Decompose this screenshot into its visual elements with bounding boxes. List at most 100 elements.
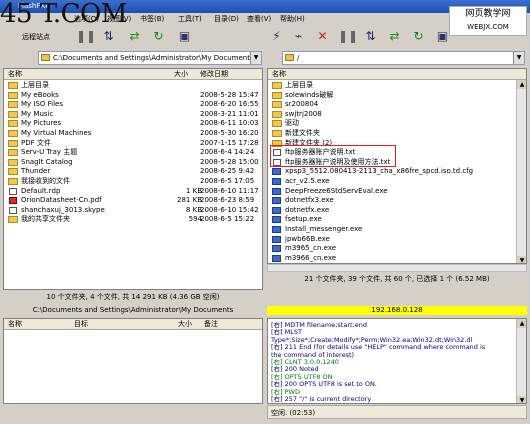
chevron-down-icon[interactable]: ▼ (250, 52, 261, 64)
left-path-combo[interactable]: C:\Documents and Settings\Administrator\… (38, 51, 262, 65)
local-file-row[interactable]: 我的共享文件夹 594 2008-6-5 15:22 (4, 215, 262, 225)
col-name-header[interactable]: 名称 (8, 69, 22, 80)
transfer-icon[interactable]: ⇅ (100, 28, 117, 45)
local-file-list[interactable]: 名称 大小 修改日期 上层目录 My eBooks 2008-5-28 15:47 M… (3, 68, 263, 290)
menu-directory[interactable]: 目录(D) (214, 13, 239, 25)
menu-bookmarks[interactable]: 书签(B) (140, 13, 164, 25)
remote-file-name: swjtrj2008 (285, 109, 322, 118)
disconnect-icon[interactable]: ✕ (314, 28, 331, 45)
remote-file-row[interactable]: 新建文件夹 (268, 129, 526, 139)
remote-pause-icon[interactable]: ❚❚ (338, 28, 358, 45)
remote-file-name: sr200804 (285, 100, 319, 109)
remote-hscrollbar[interactable] (267, 264, 527, 272)
scroll-down-icon[interactable]: ▼ (517, 396, 526, 403)
local-file-name: OrionDatasheet-Cn.pdf (21, 196, 102, 205)
local-file-row[interactable]: shanchaxuj_3013.skype 8 KB 2008-6-10 15:42 (4, 206, 262, 216)
local-file-date: 2008-6-10 15:42 (200, 205, 259, 214)
remote-file-row[interactable]: m3965_cn.exe (268, 244, 526, 254)
col-size-header[interactable]: 大小 (174, 69, 188, 80)
remote-file-row[interactable]: jpwb66B.exe (268, 235, 526, 245)
queue-col-size[interactable]: 大小 (178, 319, 192, 330)
local-file-row[interactable]: Thunder 2008-6-25 9:42 (4, 167, 262, 177)
connect-remote-icon[interactable]: ⚡ (268, 28, 285, 45)
col-name-header[interactable]: 名称 (272, 69, 286, 80)
local-path-status: C:\Documents and Settings\Administrator\… (32, 306, 234, 314)
chevron-down-icon[interactable]: ▼ (513, 52, 524, 64)
remote-file-row[interactable]: acr_v2.5.exe (268, 177, 526, 187)
local-file-name: 上层目录 (21, 81, 49, 89)
executable-icon (272, 168, 281, 176)
remote-file-row[interactable]: 驱动 (268, 119, 526, 129)
local-file-row[interactable]: OrionDatasheet-Cn.pdf 281 KB 2008-6-23 8:5… (4, 196, 262, 206)
remote-scrollbar[interactable]: ▲ ▼ (516, 80, 526, 263)
scroll-down-icon[interactable]: ▼ (517, 256, 526, 263)
remote-file-name: xpsp3_5512.080413-2113_cha_x86fre_spcd.i… (285, 167, 474, 176)
queue-col-target[interactable]: 目标 (74, 319, 88, 330)
pause-icon[interactable]: ❚❚ (76, 28, 96, 45)
menu-help[interactable]: 帮助(H) (280, 13, 305, 25)
remote-file-name: acr_v2.5.exe (285, 177, 330, 185)
local-file-name: Serv-U Tray 主题 (21, 148, 78, 157)
local-file-row[interactable]: My Virtual Machines 2008-5-30 16:20 (4, 129, 262, 139)
right-path-combo[interactable]: / ▼ (282, 51, 525, 65)
remote-file-row[interactable]: fsetup.exe (268, 215, 526, 225)
parent-folder-icon (272, 82, 282, 89)
menu-look[interactable]: 查看(V) (247, 13, 271, 25)
local-file-name: shanchaxuj_3013.skype (21, 205, 105, 214)
local-file-date: 2008-6-5 15:22 (200, 215, 255, 224)
local-file-row[interactable]: My eBooks 2008-5-28 15:47 (4, 91, 262, 101)
folder-icon (8, 149, 18, 157)
local-file-date: 2008-5-30 16:20 (200, 129, 259, 137)
remote-file-row[interactable]: solewinds破解 (268, 91, 526, 101)
remote-file-name: jpwb66B.exe (285, 234, 330, 243)
scroll-up-icon[interactable]: ▲ (517, 80, 526, 89)
connection-status: 空闲. (02:53) (267, 405, 527, 419)
local-file-name: PDF 文件 (21, 138, 51, 147)
quick-connect-icon[interactable]: ⌁ (290, 28, 307, 45)
remote-file-row[interactable]: dotnetfx3.exe (268, 196, 526, 206)
watermark-logo-left: 45 T.COM (0, 0, 127, 29)
log-scrollbar[interactable]: ▲ ▼ (516, 319, 526, 403)
folder-icon (8, 101, 18, 109)
remote-settings-icon[interactable]: ▣ (434, 28, 451, 45)
local-file-row[interactable]: My Music 2008-3-21 11:01 (4, 110, 262, 120)
menu-tools[interactable]: 工具(T) (178, 13, 202, 25)
folder-icon (8, 168, 18, 176)
refresh-icon[interactable]: ↻ (150, 28, 167, 45)
local-file-date: 2008-5-28 15:47 (200, 90, 259, 99)
col-date-header[interactable]: 修改日期 (200, 69, 228, 80)
folder-icon (8, 158, 18, 166)
transfer-queue[interactable]: 名称 目标 大小 备注 (3, 318, 263, 404)
remote-file-row[interactable]: 上层目录 (268, 81, 526, 91)
queue-col-name[interactable]: 名称 (8, 319, 22, 330)
remote-refresh-icon[interactable]: ↻ (410, 28, 427, 45)
local-file-row[interactable]: Serv-U Tray 主题 2008-6-4 14:24 (4, 148, 262, 158)
remote-file-list[interactable]: 名称 上层目录 solewinds破解 sr200804 swjtrj2008 驱动 新建… (267, 68, 527, 264)
remote-file-row[interactable]: sr200804 (268, 100, 526, 110)
local-file-row[interactable]: My Pictures 2008-6-11 10:03 (4, 119, 262, 129)
remote-file-row[interactable]: DeepFreeze6StdServEval.exe (268, 187, 526, 197)
local-file-row[interactable]: PDF 文件 2007-1-15 17:28 (4, 139, 262, 149)
session-log[interactable]: ▲ ▼ [右] MDTM filename;start;end [右] MLST T… (267, 318, 527, 404)
remote-file-row[interactable]: m3966_cn.exe (268, 254, 526, 263)
remote-file-name: 驱动 (285, 119, 299, 128)
settings-icon[interactable]: ▣ (176, 28, 193, 45)
remote-file-row[interactable]: swjtrj2008 (268, 110, 526, 120)
remote-file-row[interactable]: Install_messenger.exe (268, 225, 526, 235)
queue-col-note[interactable]: 备注 (204, 319, 218, 330)
remote-file-row[interactable]: dotnetfx.exe (268, 206, 526, 216)
remote-file-row[interactable]: xpsp3_5512.080413-2113_cha_x86fre_spcd.i… (268, 167, 526, 177)
local-file-row[interactable]: Default.rdp 1 KB 2008-6-10 11:17 (4, 187, 262, 197)
local-file-row[interactable]: 上层目录 (4, 81, 262, 91)
remote-file-name: Install_messenger.exe (285, 225, 363, 233)
scroll-up-icon[interactable]: ▲ (517, 319, 526, 328)
folder-icon (272, 130, 282, 137)
local-file-date: 2008-6-23 8:59 (200, 196, 255, 205)
remote-transfer-icon[interactable]: ⇅ (362, 28, 379, 45)
local-file-row[interactable]: My ISO Files 2008-6-20 16:55 (4, 100, 262, 110)
local-file-row[interactable]: 我接收到的文件 2008-6-5 17:05 (4, 177, 262, 187)
connect-icon[interactable]: ⇄ (126, 28, 143, 45)
remote-file-name: dotnetfx3.exe (285, 196, 334, 205)
remote-sync-icon[interactable]: ⇄ (386, 28, 403, 45)
local-file-row[interactable]: SnagIt Catalog 2008-5-28 15:00 (4, 158, 262, 168)
